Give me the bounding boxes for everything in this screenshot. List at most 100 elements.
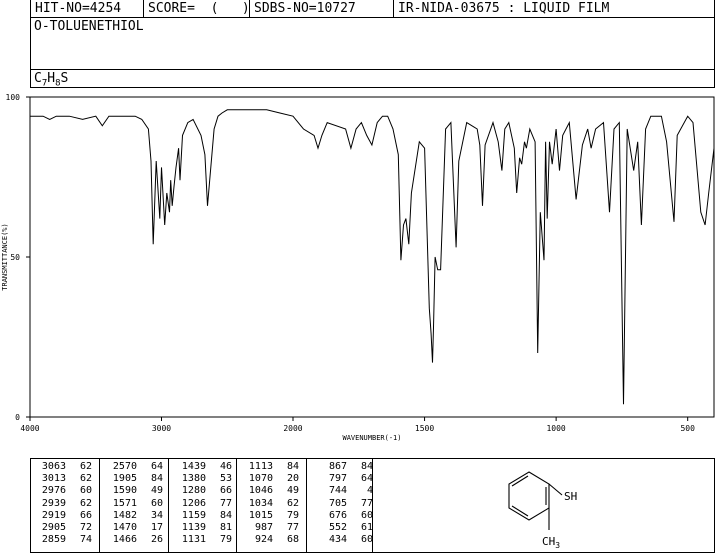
peak-row: 1380 53: [176, 473, 232, 485]
y-tick-label: 0: [15, 413, 20, 422]
peak-transmittance: 49: [286, 485, 299, 497]
peak-column: 3063 62 3013 62 2976 60 2939 62 2919 66 2905 72 2859…: [36, 461, 92, 546]
peak-row: 434 60: [317, 534, 373, 546]
peak-row: 3063 62: [36, 461, 92, 473]
peak-row: 2939 62: [36, 498, 92, 510]
peak-wavenumber: 2939: [41, 497, 66, 509]
peak-transmittance: 74: [79, 534, 92, 546]
peak-transmittance: 66: [79, 509, 92, 521]
x-axis-label: WAVENUMBER(-1): [342, 434, 401, 442]
peak-wavenumber: 2570: [112, 461, 137, 472]
peak-row: 1470 17: [107, 522, 163, 534]
peak-transmittance: 62: [79, 461, 92, 472]
peak-wavenumber: 1905: [112, 473, 137, 485]
peak-row: 1139 81: [176, 522, 232, 534]
peak-row: 1482 34: [107, 510, 163, 522]
peak-row: 1439 46: [176, 461, 232, 473]
peak-row: 1571 60: [107, 498, 163, 510]
peak-transmittance: 60: [150, 497, 163, 509]
peak-row: 1280 66: [176, 485, 232, 497]
peak-wavenumber: 2905: [41, 522, 66, 534]
peak-row: 1015 79: [243, 510, 299, 522]
peak-transmittance: 60: [360, 509, 373, 521]
peak-transmittance: 72: [79, 522, 92, 534]
peak-wavenumber: 1131: [181, 534, 206, 546]
peak-transmittance: 79: [219, 534, 232, 546]
peak-row: 924 68: [243, 534, 299, 546]
peak-wavenumber: 1470: [112, 522, 137, 534]
peak-transmittance: 62: [79, 497, 92, 509]
peak-wavenumber: 1590: [112, 485, 137, 497]
peak-transmittance: 84: [219, 509, 232, 521]
x-tick-label: 1500: [415, 424, 434, 433]
peak-wavenumber: 1482: [112, 509, 137, 521]
peak-row: 2570 64: [107, 461, 163, 473]
structure-box: [372, 458, 715, 553]
x-tick-label: 1000: [546, 424, 565, 433]
peak-transmittance: 60: [360, 534, 373, 546]
peak-transmittance: 61: [360, 522, 373, 534]
peak-wavenumber: 1034: [248, 497, 273, 509]
peak-wavenumber: 676: [328, 509, 347, 521]
peak-wavenumber: 1046: [248, 485, 273, 497]
peak-wavenumber: 924: [254, 534, 273, 546]
spectrum-trace: [30, 109, 715, 405]
y-tick-label: 50: [10, 253, 20, 262]
peak-row: 676 60: [317, 510, 373, 522]
peak-row: 1034 62: [243, 498, 299, 510]
x-tick-label: 3000: [152, 424, 171, 433]
peak-wavenumber: 1280: [181, 485, 206, 497]
peak-transmittance: 62: [79, 473, 92, 485]
peak-column-divider: [306, 459, 307, 552]
peak-row: 1905 84: [107, 473, 163, 485]
peak-column: 1113 84 1070 20 1046 49 1034 62 1015 79 987 77 924 68: [243, 461, 299, 546]
peak-wavenumber: 2976: [41, 485, 66, 497]
peak-row: 2976 60: [36, 485, 92, 497]
peak-transmittance: 84: [286, 461, 299, 472]
peak-row: 1070 20: [243, 473, 299, 485]
peak-row: 1206 77: [176, 498, 232, 510]
x-tick-label: 2000: [283, 424, 302, 433]
peak-row: 2919 66: [36, 510, 92, 522]
peak-row: 1131 79: [176, 534, 232, 546]
y-tick-label: 100: [6, 93, 21, 102]
peak-transmittance: 77: [219, 497, 232, 509]
peak-row: 1159 84: [176, 510, 232, 522]
peak-row: 987 77: [243, 522, 299, 534]
peak-wavenumber: 3063: [41, 461, 66, 472]
peak-transmittance: 81: [219, 522, 232, 534]
peak-row: 867 84: [317, 461, 373, 473]
peak-transmittance: 34: [150, 509, 163, 521]
peak-transmittance: 68: [286, 534, 299, 546]
peak-wavenumber: 552: [328, 522, 347, 534]
peak-wavenumber: 1466: [112, 534, 137, 546]
peak-row: 1046 49: [243, 485, 299, 497]
peak-wavenumber: 2859: [41, 534, 66, 546]
peak-wavenumber: 744: [328, 485, 347, 497]
peak-transmittance: 60: [79, 485, 92, 497]
peak-wavenumber: 1015: [248, 509, 273, 521]
peak-transmittance: 84: [150, 473, 163, 485]
peak-column: 1439 46 1380 53 1280 66 1206 77 1159 84 1139 81 1131…: [176, 461, 232, 546]
peak-transmittance: 46: [219, 461, 232, 472]
peak-column-divider: [99, 459, 100, 552]
peak-transmittance: 64: [150, 461, 163, 472]
peak-transmittance: 77: [360, 497, 373, 509]
peak-wavenumber: 434: [328, 534, 347, 546]
x-tick-label: 4000: [20, 424, 39, 433]
peak-row: 744 4: [317, 485, 373, 497]
peak-wavenumber: 1571: [112, 497, 137, 509]
peak-transmittance: 49: [150, 485, 163, 497]
peak-column: 867 84 797 64 744 4 705 77 676 60 552 61 434 60: [317, 461, 373, 546]
peak-row: 3013 62: [36, 473, 92, 485]
peak-transmittance: 66: [219, 485, 232, 497]
peak-transmittance: 20: [286, 473, 299, 485]
peak-wavenumber: 1380: [181, 473, 206, 485]
peak-row: 1590 49: [107, 485, 163, 497]
peak-transmittance: 79: [286, 509, 299, 521]
peak-transmittance: 64: [360, 473, 373, 485]
peak-row: 1466 26: [107, 534, 163, 546]
peak-transmittance: 84: [360, 461, 373, 472]
peak-wavenumber: 1070: [248, 473, 273, 485]
peak-wavenumber: 1439: [181, 461, 206, 472]
